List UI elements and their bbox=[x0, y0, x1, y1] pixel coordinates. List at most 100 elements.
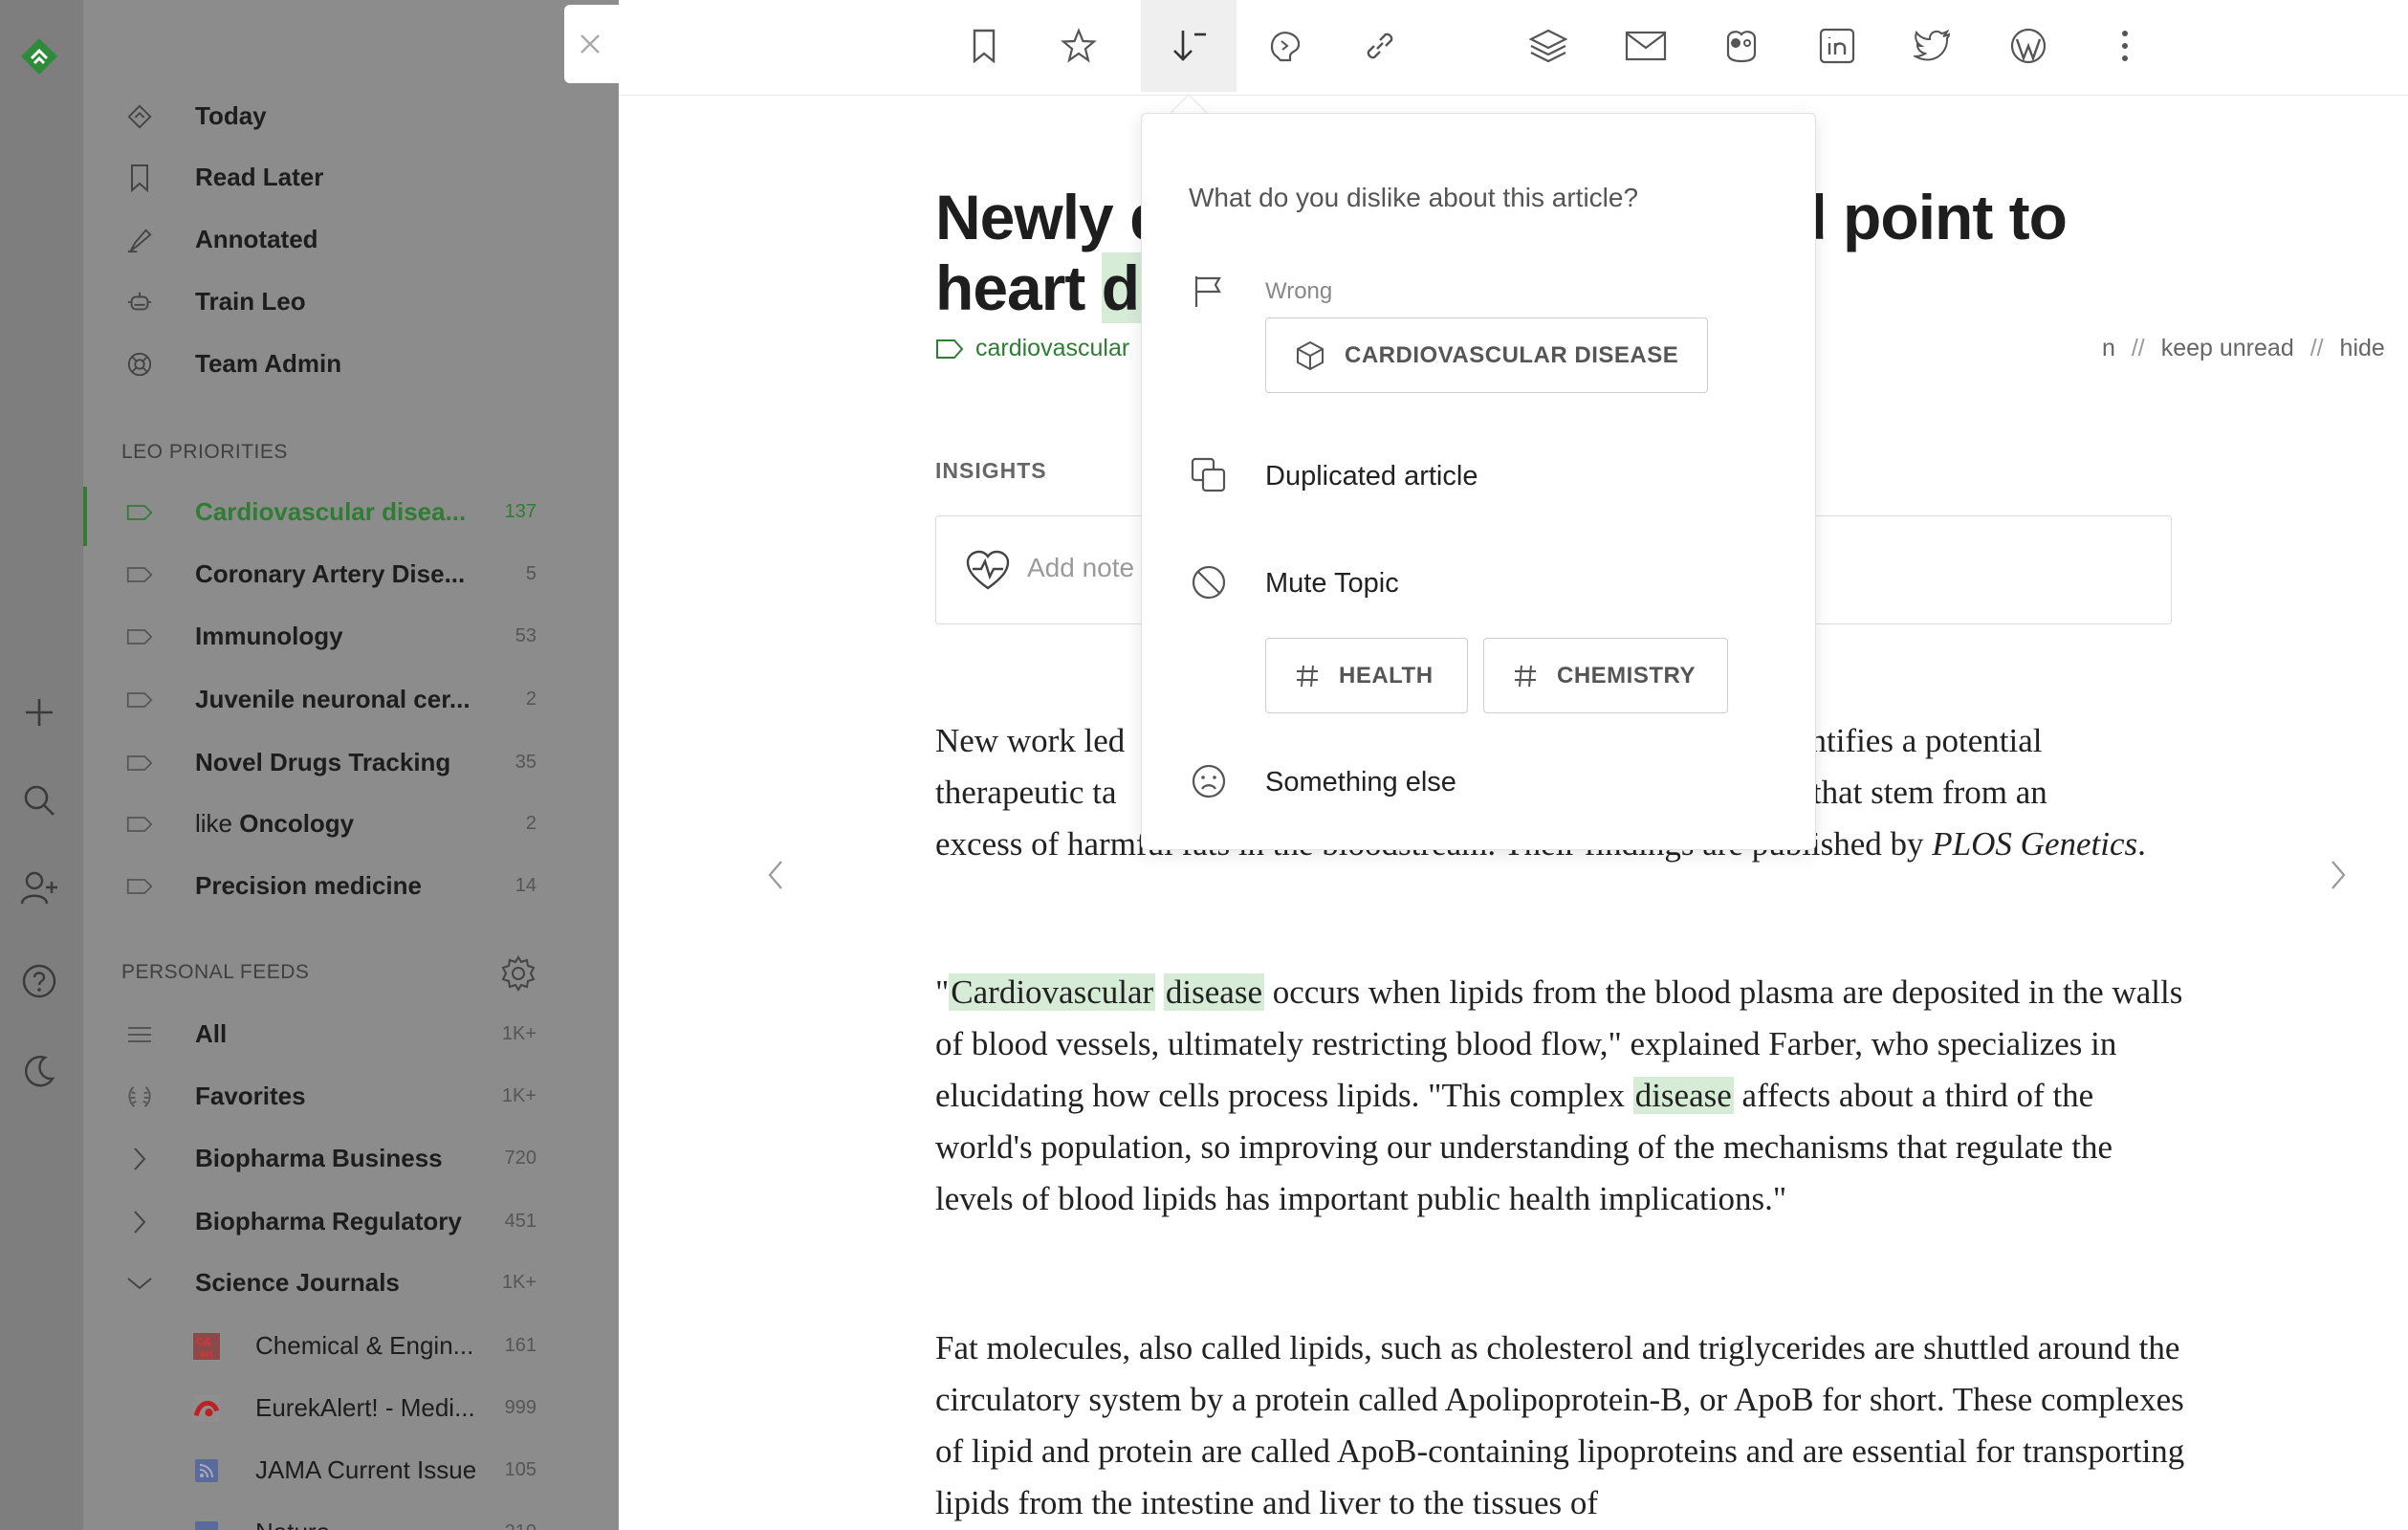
buffer-share-button[interactable] bbox=[1500, 0, 1596, 92]
favorite-star-button[interactable] bbox=[1031, 0, 1127, 92]
read-later-bookmark-button[interactable] bbox=[936, 0, 1032, 92]
more-vertical-icon bbox=[2122, 31, 2128, 61]
chevron-down-icon[interactable] bbox=[126, 1270, 153, 1297]
eurekalert-logo-icon bbox=[193, 1395, 220, 1422]
journal-nature[interactable]: Nature 210 bbox=[83, 1507, 619, 1530]
nav-label: Read Later bbox=[195, 162, 324, 191]
journal-jama[interactable]: JAMA Current Issue 105 bbox=[83, 1445, 619, 1495]
add-icon[interactable] bbox=[17, 690, 61, 734]
nav-train-leo[interactable]: Train Leo bbox=[83, 276, 619, 326]
journal-eurekalert[interactable]: EurekAlert! - Medi... 999 bbox=[83, 1383, 619, 1432]
feed-label: Biopharma Regulatory bbox=[195, 1206, 462, 1235]
title-part: d point to bbox=[1788, 182, 2068, 252]
mute-topic-option[interactable]: Mute Topic bbox=[1265, 568, 1399, 600]
highlighter-icon bbox=[126, 227, 153, 253]
journal-label: JAMA Current Issue bbox=[255, 1454, 477, 1484]
close-article-button[interactable] bbox=[564, 5, 619, 83]
feed-science-journals[interactable]: Science Journals 1K+ bbox=[83, 1257, 619, 1307]
priority-oncology[interactable]: like Oncology 2 bbox=[83, 798, 619, 848]
journal-chemical-engineering[interactable]: C& en Chemical & Engin... 161 bbox=[83, 1321, 619, 1370]
feed-count: 720 bbox=[504, 1147, 536, 1169]
feed-count: 451 bbox=[504, 1210, 536, 1232]
tag-icon bbox=[126, 811, 153, 838]
priority-cardiovascular-disease[interactable]: Cardiovascular disea... 137 bbox=[83, 487, 619, 546]
chip-label: CHEMISTRY bbox=[1557, 662, 1696, 688]
copy-link-button[interactable] bbox=[1332, 0, 1428, 92]
text-run: " bbox=[935, 973, 950, 1011]
nav-label: Train Leo bbox=[195, 286, 306, 316]
priority-label: Novel Drugs Tracking bbox=[195, 747, 451, 776]
twitter-share-button[interactable] bbox=[1885, 0, 1981, 92]
priority-label: Coronary Artery Dise... bbox=[195, 558, 466, 588]
today-icon bbox=[126, 103, 153, 130]
feed-all[interactable]: All 1K+ bbox=[83, 1009, 619, 1059]
hootsuite-share-button[interactable] bbox=[1694, 0, 1789, 92]
feeds-settings-gear-icon[interactable] bbox=[499, 954, 537, 993]
topic-label: cardiovascular bbox=[975, 335, 1130, 361]
duplicated-article-option[interactable]: Duplicated article bbox=[1265, 461, 1478, 492]
priority-precision-medicine[interactable]: Precision medicine 14 bbox=[83, 861, 619, 910]
mute-chip-health[interactable]: HEALTH bbox=[1265, 638, 1468, 713]
chevron-right-icon[interactable] bbox=[126, 1209, 153, 1235]
email-share-button[interactable] bbox=[1598, 0, 1694, 92]
help-icon[interactable] bbox=[17, 959, 61, 1003]
priority-novel-drugs-tracking[interactable]: Novel Drugs Tracking 35 bbox=[83, 737, 619, 787]
chevron-right-icon[interactable] bbox=[126, 1146, 153, 1172]
keep-unread-link[interactable]: keep unread bbox=[2161, 335, 2294, 361]
dark-mode-moon-icon[interactable] bbox=[17, 1049, 61, 1093]
next-article-chevron-right-icon[interactable] bbox=[2323, 856, 2352, 894]
less-like-this-button[interactable] bbox=[1141, 0, 1237, 92]
close-icon bbox=[580, 34, 600, 54]
heart-pulse-icon bbox=[966, 550, 1010, 590]
journal-name: PLOS Genetics bbox=[1932, 825, 2138, 863]
chip-label: CARDIOVASCULAR DISEASE bbox=[1345, 341, 1679, 368]
tag-icon bbox=[126, 750, 153, 776]
keyword-highlight[interactable]: disease bbox=[1163, 973, 1264, 1011]
keyword-highlight[interactable]: Cardiovascular bbox=[949, 973, 1156, 1011]
nav-read-later[interactable]: Read Later bbox=[83, 152, 619, 202]
wrong-label: Wrong bbox=[1265, 278, 1333, 304]
nav-annotated[interactable]: Annotated bbox=[83, 214, 619, 264]
tag-icon bbox=[126, 873, 153, 900]
keyword-highlight[interactable]: disease bbox=[1632, 1077, 1734, 1114]
hide-link[interactable]: hide bbox=[2340, 335, 2385, 361]
more-options-button[interactable] bbox=[2077, 0, 2173, 92]
mute-chip-chemistry[interactable]: CHEMISTRY bbox=[1483, 638, 1728, 713]
add-note-placeholder: Add note bbox=[1027, 553, 1135, 582]
add-user-icon[interactable] bbox=[17, 866, 61, 910]
journal-label: Chemical & Engin... bbox=[255, 1330, 474, 1360]
priority-count: 5 bbox=[525, 562, 536, 584]
priority-label: Cardiovascular disea... bbox=[195, 496, 467, 526]
priority-label: Juvenile neuronal cer... bbox=[195, 684, 471, 713]
leo-brain-icon bbox=[1270, 32, 1301, 62]
feed-favorites[interactable]: Favorites 1K+ bbox=[83, 1071, 619, 1121]
cube-icon bbox=[1297, 340, 1324, 370]
wordpress-share-button[interactable] bbox=[1981, 0, 2076, 92]
priority-immunology[interactable]: Immunology 53 bbox=[83, 611, 619, 661]
feedly-logo-icon[interactable] bbox=[19, 36, 59, 76]
priority-label: like Oncology bbox=[195, 809, 354, 839]
previous-article-chevron-left-icon[interactable] bbox=[762, 856, 791, 894]
list-icon bbox=[126, 1021, 153, 1048]
title-part: Newly d bbox=[935, 182, 1168, 252]
search-icon[interactable] bbox=[17, 778, 61, 822]
nav-team-admin[interactable]: Team Admin bbox=[83, 339, 619, 388]
priority-count: 2 bbox=[525, 688, 536, 710]
wrong-topic-chip[interactable]: CARDIOVASCULAR DISEASE bbox=[1265, 317, 1709, 393]
feed-biopharma-business[interactable]: Biopharma Business 720 bbox=[83, 1133, 619, 1183]
priority-coronary-artery-disease[interactable]: Coronary Artery Dise... 5 bbox=[83, 549, 619, 599]
tag-icon bbox=[126, 499, 153, 526]
article-topic-tag[interactable]: cardiovascular bbox=[935, 335, 1129, 362]
priority-juvenile-neuronal[interactable]: Juvenile neuronal cer... 2 bbox=[83, 674, 619, 724]
something-else-option[interactable]: Something else bbox=[1265, 767, 1456, 798]
feed-biopharma-regulatory[interactable]: Biopharma Regulatory 451 bbox=[83, 1196, 619, 1246]
train-leo-button[interactable] bbox=[1237, 0, 1333, 92]
text-run: s that stem from an bbox=[1790, 774, 2047, 811]
arrow-down-dislike-icon bbox=[1173, 31, 1206, 61]
feed-label: Biopharma Business bbox=[195, 1143, 443, 1172]
section-title-leo-priorities: LEO PRIORITIES bbox=[121, 441, 288, 463]
nav-today[interactable]: Today bbox=[83, 91, 619, 141]
article-paragraph-2: "Cardiovascular disease occurs when lipi… bbox=[935, 967, 2188, 1225]
dislike-question: What do you dislike about this article? bbox=[1189, 183, 1639, 212]
linkedin-share-button[interactable] bbox=[1789, 0, 1885, 92]
